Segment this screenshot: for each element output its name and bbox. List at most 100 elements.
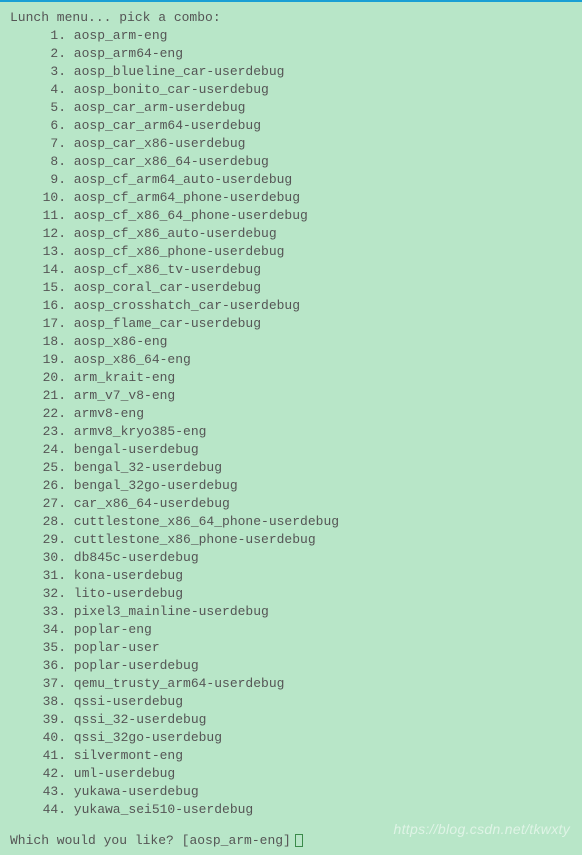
menu-item-label: qemu_trusty_arm64-userdebug xyxy=(66,676,284,691)
lunch-menu-item: 8. aosp_car_x86_64-userdebug xyxy=(42,153,572,171)
lunch-menu-item: 15. aosp_coral_car-userdebug xyxy=(42,279,572,297)
lunch-menu-item: 3. aosp_blueline_car-userdebug xyxy=(42,63,572,81)
menu-item-number: 28. xyxy=(42,513,66,531)
menu-item-number: 38. xyxy=(42,693,66,711)
lunch-menu-item: 24. bengal-userdebug xyxy=(42,441,572,459)
menu-item-label: yukawa-userdebug xyxy=(66,784,199,799)
lunch-menu-item: 9. aosp_cf_arm64_auto-userdebug xyxy=(42,171,572,189)
menu-item-label: bengal_32-userdebug xyxy=(66,460,222,475)
menu-item-label: aosp_arm-eng xyxy=(66,28,167,43)
lunch-menu-item: 12. aosp_cf_x86_auto-userdebug xyxy=(42,225,572,243)
lunch-menu-item: 2. aosp_arm64-eng xyxy=(42,45,572,63)
menu-item-number: 19. xyxy=(42,351,66,369)
menu-item-label: bengal_32go-userdebug xyxy=(66,478,238,493)
lunch-menu-item: 28. cuttlestone_x86_64_phone-userdebug xyxy=(42,513,572,531)
menu-item-label: aosp_car_x86_64-userdebug xyxy=(66,154,269,169)
menu-item-label: aosp_cf_x86_64_phone-userdebug xyxy=(66,208,308,223)
menu-item-number: 35. xyxy=(42,639,66,657)
lunch-menu-item: 42. uml-userdebug xyxy=(42,765,572,783)
menu-item-label: poplar-user xyxy=(66,640,160,655)
lunch-menu-item: 17. aosp_flame_car-userdebug xyxy=(42,315,572,333)
menu-item-label: aosp_cf_arm64_phone-userdebug xyxy=(66,190,300,205)
prompt-line[interactable]: Which would you like? [aosp_arm-eng] xyxy=(10,833,572,848)
menu-item-number: 18. xyxy=(42,333,66,351)
menu-item-number: 15. xyxy=(42,279,66,297)
menu-item-number: 30. xyxy=(42,549,66,567)
menu-item-number: 12. xyxy=(42,225,66,243)
menu-item-label: uml-userdebug xyxy=(66,766,175,781)
menu-item-label: aosp_cf_x86_tv-userdebug xyxy=(66,262,261,277)
menu-item-number: 20. xyxy=(42,369,66,387)
menu-item-number: 33. xyxy=(42,603,66,621)
lunch-menu-item: 36. poplar-userdebug xyxy=(42,657,572,675)
lunch-menu-item: 23. armv8_kryo385-eng xyxy=(42,423,572,441)
menu-item-number: 17. xyxy=(42,315,66,333)
menu-item-number: 16. xyxy=(42,297,66,315)
menu-item-label: kona-userdebug xyxy=(66,568,183,583)
menu-item-number: 2. xyxy=(42,45,66,63)
menu-item-label: aosp_car_arm-userdebug xyxy=(66,100,245,115)
menu-item-label: aosp_cf_x86_auto-userdebug xyxy=(66,226,277,241)
lunch-menu-item: 25. bengal_32-userdebug xyxy=(42,459,572,477)
menu-item-number: 31. xyxy=(42,567,66,585)
menu-item-number: 3. xyxy=(42,63,66,81)
lunch-menu-item: 39. qssi_32-userdebug xyxy=(42,711,572,729)
menu-item-number: 26. xyxy=(42,477,66,495)
menu-item-number: 6. xyxy=(42,117,66,135)
menu-item-label: arm_v7_v8-eng xyxy=(66,388,175,403)
menu-item-label: arm_krait-eng xyxy=(66,370,175,385)
menu-item-label: aosp_crosshatch_car-userdebug xyxy=(66,298,300,313)
menu-item-label: aosp_bonito_car-userdebug xyxy=(66,82,269,97)
lunch-menu-item: 38. qssi-userdebug xyxy=(42,693,572,711)
menu-item-label: qssi-userdebug xyxy=(66,694,183,709)
menu-item-number: 21. xyxy=(42,387,66,405)
menu-item-number: 7. xyxy=(42,135,66,153)
menu-item-label: car_x86_64-userdebug xyxy=(66,496,230,511)
menu-item-label: aosp_x86_64-eng xyxy=(66,352,191,367)
menu-item-number: 29. xyxy=(42,531,66,549)
lunch-menu-item: 35. poplar-user xyxy=(42,639,572,657)
menu-item-number: 24. xyxy=(42,441,66,459)
menu-item-number: 10. xyxy=(42,189,66,207)
menu-item-number: 36. xyxy=(42,657,66,675)
lunch-menu-item: 13. aosp_cf_x86_phone-userdebug xyxy=(42,243,572,261)
menu-item-label: cuttlestone_x86_64_phone-userdebug xyxy=(66,514,339,529)
menu-item-number: 39. xyxy=(42,711,66,729)
lunch-menu-item: 14. aosp_cf_x86_tv-userdebug xyxy=(42,261,572,279)
menu-item-label: poplar-userdebug xyxy=(66,658,199,673)
menu-item-number: 14. xyxy=(42,261,66,279)
menu-item-label: aosp_car_arm64-userdebug xyxy=(66,118,261,133)
menu-item-number: 44. xyxy=(42,801,66,819)
lunch-menu-item: 37. qemu_trusty_arm64-userdebug xyxy=(42,675,572,693)
lunch-menu-item: 18. aosp_x86-eng xyxy=(42,333,572,351)
menu-item-label: armv8_kryo385-eng xyxy=(66,424,206,439)
cursor-icon xyxy=(295,834,303,847)
lunch-menu-item: 31. kona-userdebug xyxy=(42,567,572,585)
lunch-menu-item: 34. poplar-eng xyxy=(42,621,572,639)
menu-item-label: silvermont-eng xyxy=(66,748,183,763)
lunch-menu-item: 11. aosp_cf_x86_64_phone-userdebug xyxy=(42,207,572,225)
menu-item-label: pixel3_mainline-userdebug xyxy=(66,604,269,619)
menu-item-label: aosp_cf_x86_phone-userdebug xyxy=(66,244,284,259)
menu-item-number: 11. xyxy=(42,207,66,225)
menu-item-label: aosp_x86-eng xyxy=(66,334,167,349)
lunch-menu-item: 7. aosp_car_x86-userdebug xyxy=(42,135,572,153)
lunch-menu-item: 4. aosp_bonito_car-userdebug xyxy=(42,81,572,99)
lunch-menu-item: 19. aosp_x86_64-eng xyxy=(42,351,572,369)
menu-item-number: 4. xyxy=(42,81,66,99)
menu-item-number: 8. xyxy=(42,153,66,171)
lunch-menu-item: 30. db845c-userdebug xyxy=(42,549,572,567)
menu-item-label: cuttlestone_x86_phone-userdebug xyxy=(66,532,316,547)
menu-item-number: 34. xyxy=(42,621,66,639)
menu-item-number: 22. xyxy=(42,405,66,423)
lunch-menu-item: 44. yukawa_sei510-userdebug xyxy=(42,801,572,819)
menu-item-label: aosp_blueline_car-userdebug xyxy=(66,64,284,79)
menu-item-label: aosp_arm64-eng xyxy=(66,46,183,61)
menu-item-number: 25. xyxy=(42,459,66,477)
menu-item-number: 41. xyxy=(42,747,66,765)
lunch-menu-item: 22. armv8-eng xyxy=(42,405,572,423)
lunch-menu-item: 29. cuttlestone_x86_phone-userdebug xyxy=(42,531,572,549)
menu-item-label: qssi_32go-userdebug xyxy=(66,730,222,745)
lunch-menu-item: 27. car_x86_64-userdebug xyxy=(42,495,572,513)
menu-item-label: aosp_car_x86-userdebug xyxy=(66,136,245,151)
